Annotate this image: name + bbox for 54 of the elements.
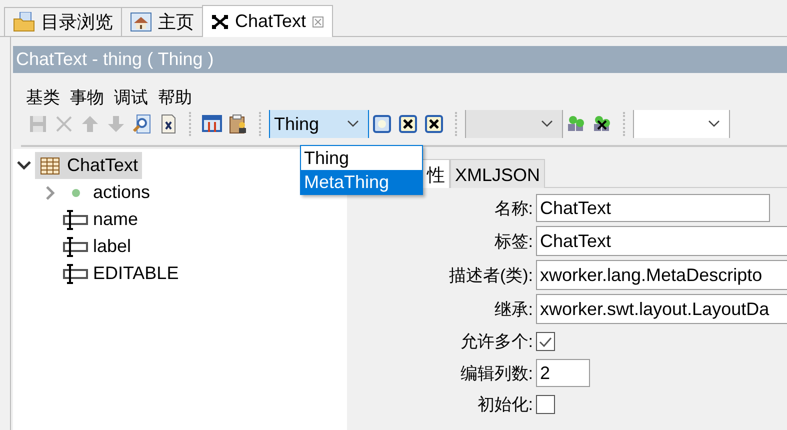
editor-tab[interactable]: ChatText [202,5,334,37]
field-label: 名称: [493,198,533,220]
dropdown[interactable]: Thing [269,110,369,138]
house-icon [130,12,152,32]
field-label: 标签: [493,230,533,252]
chevron-down-icon [541,120,553,128]
cubes-x-icon[interactable] [592,114,612,134]
table-icon [40,156,60,174]
input-field[interactable]: 2 [536,359,590,387]
property-tab[interactable]: XMLJSON [450,159,546,188]
field-label: 允许多个: [459,331,533,353]
field-label: 描述者(类): [448,264,533,286]
menu-item[interactable]: 事物 [70,86,104,110]
input-field[interactable]: ChatText [536,194,770,222]
input-field[interactable]: xworker.lang.MetaDescripto [536,260,787,290]
document-icon[interactable] [372,114,392,134]
check-icon [539,336,552,346]
dropdown-option[interactable]: MetaThing [301,170,422,194]
close-icon[interactable] [312,16,324,28]
menu-item[interactable]: 帮助 [158,86,192,110]
chevron-down-icon[interactable] [17,161,31,170]
checkbox[interactable] [536,395,555,414]
field-icon [63,210,89,230]
dot-icon [71,188,81,198]
tree-item[interactable]: ChatText [35,152,142,179]
field-label: 初始化: [476,394,533,416]
input-field[interactable]: xworker.swt.layout.LayoutDa [536,294,787,324]
menu-item[interactable]: 基类 [26,86,60,110]
cross-arrows-icon [211,12,229,30]
menu-item[interactable]: 调试 [114,86,148,110]
tree-item[interactable]: name [61,206,142,233]
dropdown-option[interactable]: Thing [301,146,422,170]
clipboard-person-icon[interactable] [228,114,248,134]
folder-icon [13,12,35,32]
field-icon [63,264,89,284]
magnifier-document-icon[interactable] [132,114,152,134]
editor-title: ChatText - thing ( Thing ) [13,46,787,73]
x-card-icon[interactable] [398,114,418,134]
field-label: 编辑列数: [459,362,533,384]
tree-item[interactable]: label [61,233,136,260]
cubes-icon[interactable] [566,114,586,134]
chevron-down-icon [347,120,359,128]
window-tools-icon[interactable] [202,114,222,134]
field-icon [63,236,89,256]
tree-item[interactable]: actions [61,179,154,206]
field-label: 继承: [493,298,533,320]
chevron-right-icon[interactable] [46,186,54,200]
chevron-down-icon [708,120,720,128]
tree-item[interactable]: EDITABLE [61,260,183,287]
editor-tab[interactable]: 目录浏览 [4,7,122,36]
property-tab[interactable]: 性 [422,159,450,188]
checkbox[interactable] [536,332,555,351]
input-field[interactable]: ChatText [536,226,787,256]
x-card-icon[interactable] [424,114,444,134]
